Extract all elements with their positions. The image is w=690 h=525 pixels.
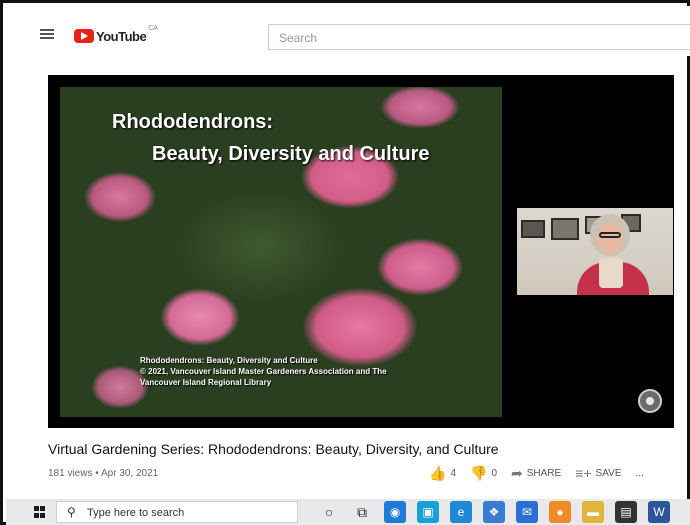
youtube-play-icon [74, 29, 94, 43]
taskbar-pinned-apps: ○ ⧉ ◉ ▣ e ❖ ✉ ● ▬ ▤ W [318, 501, 681, 523]
file-explorer-icon[interactable]: ▬ [582, 501, 604, 523]
logo-region: CA [148, 25, 158, 32]
mail-icon[interactable]: ✉ [516, 501, 538, 523]
slide-credit-line: Vancouver Island Regional Library [140, 378, 272, 387]
screenshot-frame: YouTube CA Search Rhododendrons: Beauty,… [0, 0, 690, 525]
video-actions: 👍 4 👎 0 ➦ SHARE ≡+ SAVE ... [429, 463, 644, 483]
wall-picture [551, 218, 579, 240]
video-meta: 181 views • Apr 30, 2021 [48, 468, 159, 479]
playlist-add-icon: ≡+ [575, 465, 592, 481]
channel-watermark-icon[interactable] [638, 389, 662, 413]
search-icon: ⚲ [67, 505, 76, 519]
like-count: 4 [450, 467, 456, 479]
dislike-count: 0 [491, 467, 497, 479]
windows-taskbar: ⚲ Type here to search ○ ⧉ ◉ ▣ e ❖ ✉ ● ▬ ▤ W [6, 499, 690, 525]
wall-picture [521, 220, 545, 238]
slide-credit: Rhododendrons: Beauty, Diversity and Cul… [140, 355, 387, 388]
cortana-icon[interactable]: ○ [318, 501, 340, 523]
taskbar-search-placeholder: Type here to search [87, 507, 185, 519]
app-teal-icon[interactable]: ▣ [417, 501, 439, 523]
share-arrow-icon: ➦ [511, 464, 523, 481]
slide-title: Rhododendrons: [112, 111, 274, 133]
dropbox-icon[interactable]: ❖ [483, 501, 505, 523]
presenter-glasses [599, 232, 621, 238]
app-blue-circle-icon[interactable]: ◉ [384, 501, 406, 523]
like-button[interactable]: 👍 4 [429, 465, 456, 482]
search-input[interactable]: Search [268, 24, 690, 50]
video-title: Virtual Gardening Series: Rhododendrons:… [48, 441, 499, 457]
word-icon[interactable]: W [648, 501, 670, 523]
windows-start-icon[interactable] [34, 506, 46, 518]
slide-credit-line: Rhododendrons: Beauty, Diversity and Cul… [140, 356, 318, 365]
presentation-slide: Rhododendrons: Beauty, Diversity and Cul… [60, 87, 502, 417]
dislike-button[interactable]: 👎 0 [470, 465, 497, 482]
save-label: SAVE [595, 467, 622, 479]
menu-icon[interactable] [40, 29, 54, 39]
more-actions-button[interactable]: ... [635, 468, 643, 479]
save-button[interactable]: ≡+ SAVE [575, 465, 621, 481]
task-view-icon[interactable]: ⧉ [351, 501, 373, 523]
slide-subtitle: Beauty, Diversity and Culture [152, 143, 430, 165]
youtube-header: YouTube CA Search [6, 6, 690, 56]
thumbs-up-icon: 👍 [429, 464, 447, 481]
firefox-icon[interactable]: ● [549, 501, 571, 523]
logo-text: YouTube [96, 28, 147, 44]
presenter-scarf [599, 258, 623, 288]
more-icon: ... [635, 467, 644, 479]
video-player[interactable]: Rhododendrons: Beauty, Diversity and Cul… [48, 75, 674, 428]
share-button[interactable]: ➦ SHARE [511, 465, 561, 482]
thumbs-down-icon: 👎 [470, 464, 488, 481]
share-label: SHARE [526, 467, 562, 479]
presenter-face [597, 222, 623, 254]
store-icon[interactable]: ▤ [615, 501, 637, 523]
taskbar-search-box[interactable]: ⚲ Type here to search [56, 501, 298, 523]
youtube-logo[interactable]: YouTube CA [74, 25, 158, 45]
search-placeholder: Search [279, 31, 318, 45]
edge-icon[interactable]: e [450, 501, 472, 523]
slide-credit-line: © 2021, Vancouver Island Master Gardener… [140, 367, 387, 376]
presenter-webcam [517, 208, 673, 295]
